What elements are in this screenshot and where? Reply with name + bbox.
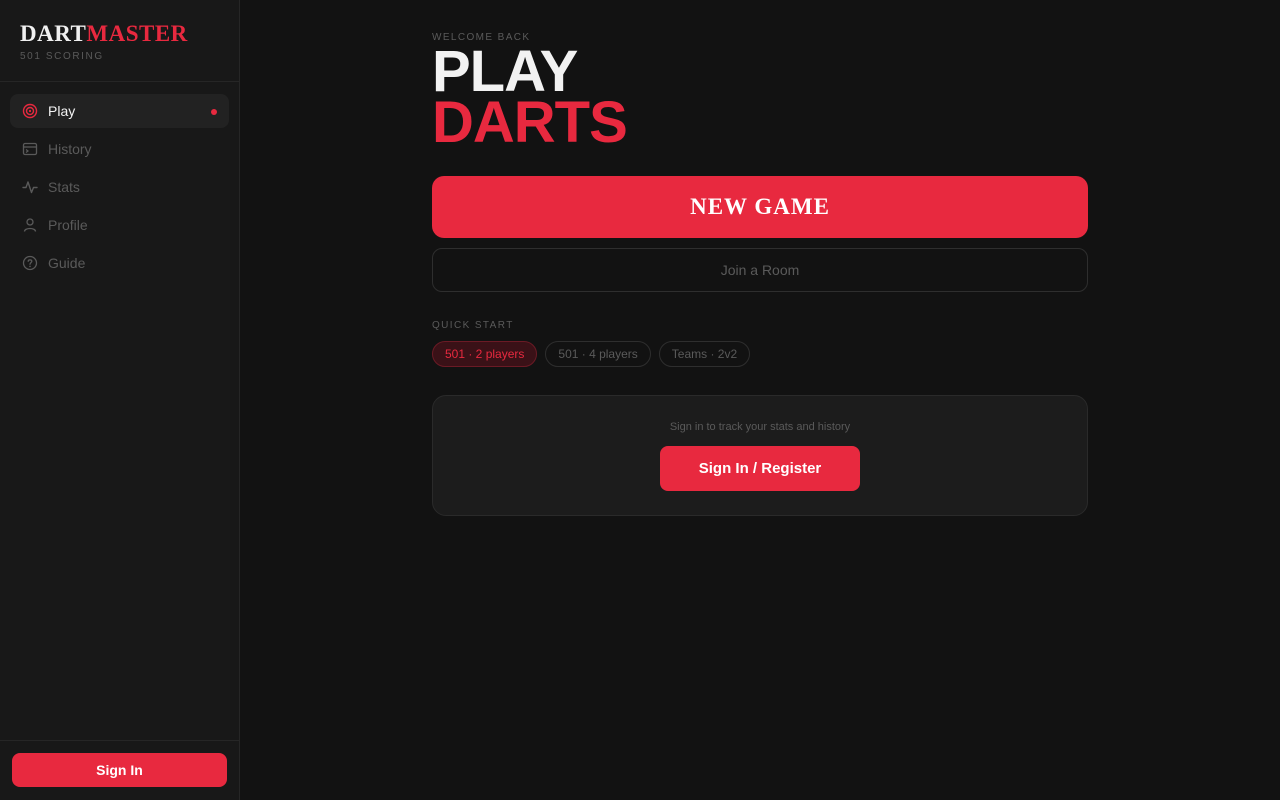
brand-name-part1: DART (20, 21, 87, 46)
sidebar-item-label: History (48, 141, 92, 157)
page-title: PLAY DARTS (432, 43, 628, 155)
quick-start-label: QUICK START (432, 320, 514, 331)
sign-in-prompt: Sign in to track your stats and history (669, 421, 851, 433)
sidebar-item-history[interactable]: History (10, 132, 229, 166)
sidebar-item-label: Guide (48, 255, 86, 271)
brand-subtitle: 501 SCORING (20, 51, 104, 62)
brand-logo: DARTMASTER (20, 22, 188, 46)
brand-name-part2: MASTER (86, 21, 188, 46)
new-game-button[interactable]: NEW GAME (432, 176, 1088, 238)
quick-start-chip-teams-2v2[interactable]: Teams · 2v2 (658, 341, 751, 367)
sidebar-item-label: Stats (48, 179, 80, 195)
sidebar-item-guide[interactable]: Guide (10, 246, 229, 280)
active-indicator-dot (211, 109, 217, 115)
sidebar-item-play[interactable]: Play (10, 94, 229, 128)
brand: DARTMASTER 501 SCORING (20, 22, 188, 63)
sign-in-register-button[interactable]: Sign In / Register (660, 446, 860, 491)
sidebar-item-label: Play (48, 103, 76, 119)
quick-start-chip-501-4-players[interactable]: 501 · 4 players (545, 341, 651, 367)
sidebar-item-stats[interactable]: Stats (10, 170, 229, 204)
sidebar-sign-in-button[interactable]: Sign In (12, 753, 227, 787)
target-icon (22, 103, 38, 119)
app: DARTMASTER 501 SCORING Play History Stat… (0, 0, 1280, 800)
history-icon (22, 141, 38, 157)
sidebar-nav: Play History Stats Profile Guide (10, 94, 229, 284)
quick-start-chips: 501 · 2 players 501 · 4 players Teams · … (432, 341, 751, 367)
sidebar-divider (0, 81, 239, 82)
sign-in-card: Sign in to track your stats and history … (432, 395, 1088, 516)
sidebar-item-profile[interactable]: Profile (10, 208, 229, 242)
sidebar: DARTMASTER 501 SCORING Play History Stat… (0, 0, 240, 800)
sidebar-item-label: Profile (48, 217, 88, 233)
sidebar-bottom-divider (0, 740, 239, 741)
user-icon (22, 217, 38, 233)
join-room-button[interactable]: Join a Room (432, 248, 1088, 292)
activity-icon (22, 179, 38, 195)
quick-start-chip-501-2-players[interactable]: 501 · 2 players (432, 341, 538, 367)
hero-line-2: DARTS (432, 90, 628, 155)
help-circle-icon (22, 255, 38, 271)
